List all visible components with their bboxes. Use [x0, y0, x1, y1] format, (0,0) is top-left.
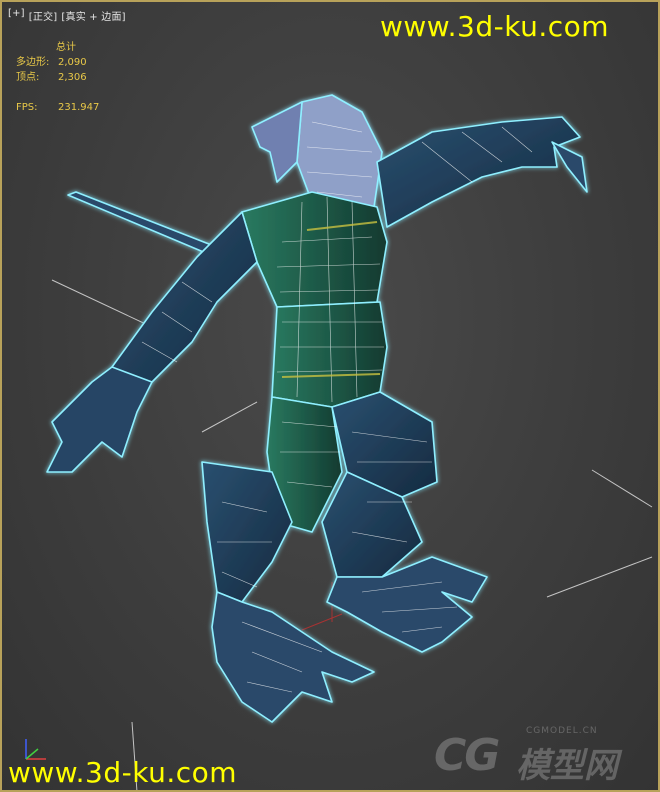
scene-geometry[interactable] — [2, 2, 660, 792]
cg-logo-url: CGMODEL.CN — [526, 726, 598, 736]
model-chest — [241, 191, 388, 308]
character-model — [46, 94, 588, 723]
3d-viewport[interactable]: [+] [正交] [真实 + 边面] 总计 多边形: 2,090 顶点: 2,3… — [0, 0, 660, 792]
model-waist — [271, 301, 388, 408]
model-right-arm — [376, 116, 581, 228]
cg-logo-mark: CG — [434, 730, 500, 781]
cgmodel-logo: CG CGMODEL.CN 模型网 — [434, 724, 644, 786]
model-left-hand — [46, 366, 153, 473]
model-hair — [251, 101, 303, 183]
watermark-top: www.3d-ku.com — [380, 10, 610, 43]
cg-logo-cn: 模型网 — [516, 746, 618, 786]
watermark-bottom: www.3d-ku.com — [8, 756, 238, 789]
